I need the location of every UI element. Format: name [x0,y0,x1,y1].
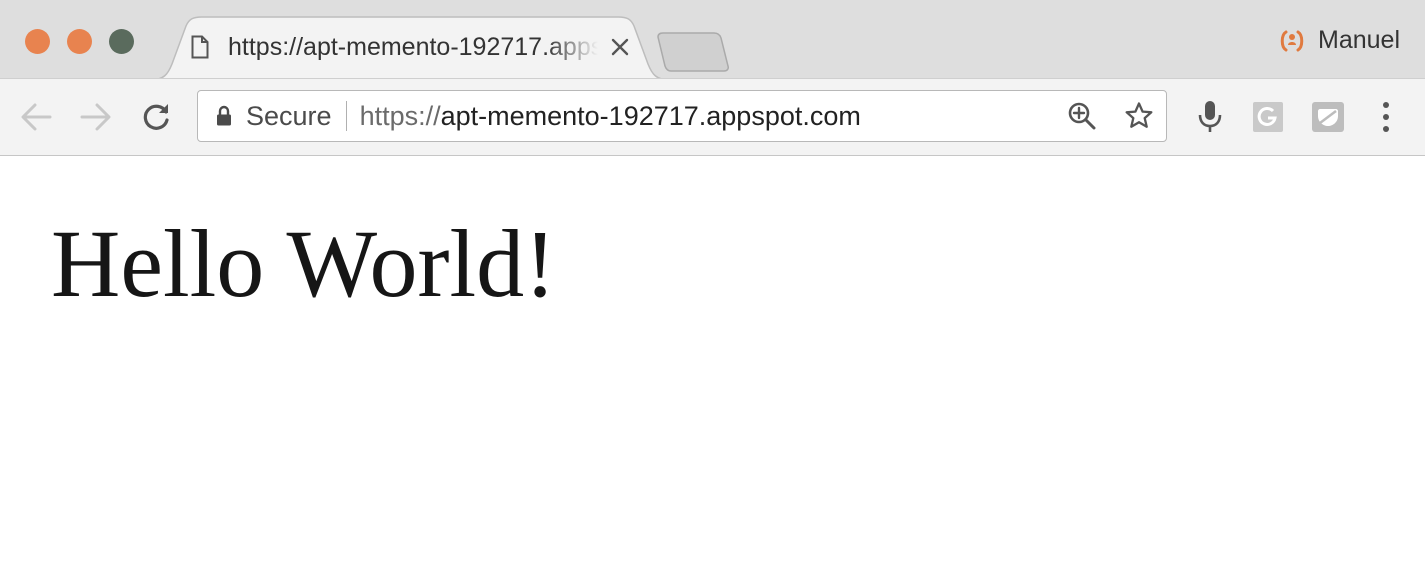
browser-toolbar: Secure https://apt-memento-192717.appspo… [0,78,1425,157]
profile-switcher-icon [1278,27,1306,55]
back-button[interactable] [18,99,54,135]
url-scheme: https:// [359,100,441,131]
menu-icon[interactable] [1372,99,1400,135]
lock-icon[interactable] [216,105,232,127]
window-zoom-button[interactable] [109,29,134,54]
reload-icon [143,104,169,130]
back-arrow-icon [21,103,52,131]
pocket-extension-icon[interactable] [1311,99,1345,135]
profile-name: Manuel [1318,26,1400,54]
forward-arrow-icon [80,103,111,131]
reload-button[interactable] [138,99,174,135]
profile-button[interactable]: Manuel [1278,26,1400,55]
g-extension-icon[interactable] [1252,99,1284,135]
tab-strip: https://apt-memento-192717.appspot.com M… [0,0,1425,80]
microphone-icon[interactable] [1196,99,1224,135]
page-viewport: Hello World! [0,156,1425,575]
tab-title: https://apt-memento-192717.appspot.com [228,32,598,61]
page-heading: Hello World! [51,210,557,317]
omnibox-divider [345,101,347,131]
url-host: apt-memento-192717.appspot.com [440,100,861,131]
url-text[interactable]: https://apt-memento-192717.appspot.com [360,101,861,132]
page-icon [190,34,210,60]
secure-label[interactable]: Secure [246,101,332,132]
forward-button[interactable] [78,99,114,135]
new-tab-button[interactable] [656,32,730,72]
bookmark-star-icon[interactable] [1124,101,1154,131]
omnibox-actions [1040,101,1154,131]
zoom-icon[interactable] [1067,101,1097,131]
tab-close-icon[interactable] [608,35,632,59]
browser-window: https://apt-memento-192717.appspot.com M… [0,0,1425,575]
window-close-button[interactable] [25,29,50,54]
address-bar[interactable]: Secure https://apt-memento-192717.appspo… [197,90,1167,142]
tab-content: https://apt-memento-192717.appspot.com [190,16,640,78]
window-minimize-button[interactable] [67,29,92,54]
